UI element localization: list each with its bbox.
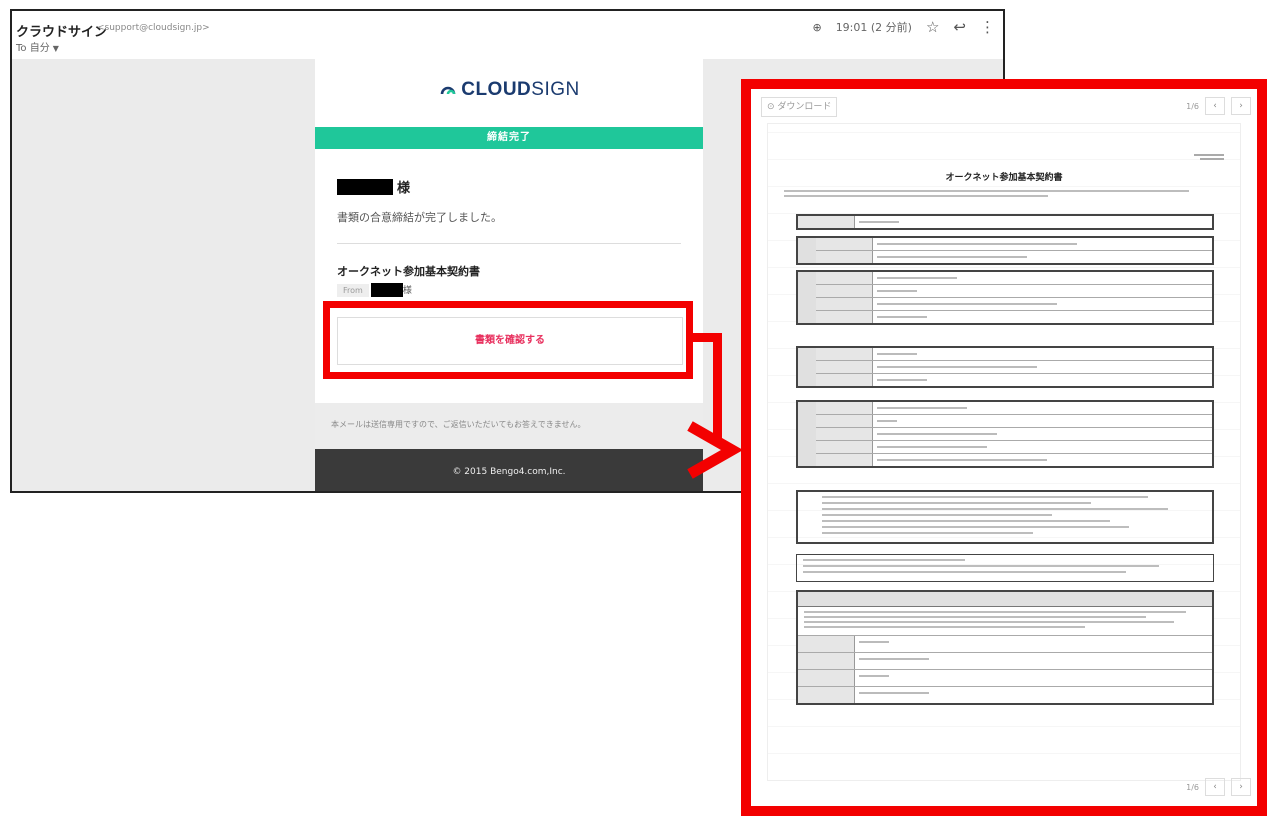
document-title: オークネット参加基本契約書 xyxy=(337,265,480,278)
prev-page-icon[interactable]: ‹ xyxy=(1205,97,1225,115)
doc-section xyxy=(796,236,1214,265)
cloudsign-logo: CLOUDSIGN xyxy=(315,79,703,101)
attachment-icon: ⊕ xyxy=(812,20,822,34)
document-page: オークネット参加基本契約書 xyxy=(767,123,1241,781)
page-indicator: 1/6 xyxy=(1186,101,1199,111)
pager-top: 1/6 ‹ › xyxy=(1186,97,1251,115)
download-icon: ⊙ xyxy=(767,102,778,112)
page-intro xyxy=(784,190,1224,200)
email-card: CLOUDSIGN 締結完了 様 書類の合意締結が完了しました。 オークネット参… xyxy=(315,59,703,491)
timestamp: 19:01 (2 分前) xyxy=(835,21,912,34)
from-honorific: 様 xyxy=(402,286,412,296)
redacted-name xyxy=(337,179,393,195)
document-viewer: ⊙ ダウンロード 1/6 ‹ › オークネット参加基本契約書 1/6 ‹ › xyxy=(741,79,1267,816)
button-highlight-box xyxy=(323,301,693,379)
download-button[interactable]: ⊙ ダウンロード xyxy=(761,97,838,117)
arrow-head xyxy=(687,421,744,479)
recipient-line[interactable]: To 自分 ▼ xyxy=(16,39,59,54)
logo-text-sign: SIGN xyxy=(531,79,580,100)
divider xyxy=(337,243,681,244)
completion-message: 書類の合意締結が完了しました。 xyxy=(337,211,502,224)
pager-bottom: 1/6 ‹ › xyxy=(1186,778,1251,796)
doc-section xyxy=(796,400,1214,468)
viewer-toolbar: ⊙ ダウンロード 1/6 ‹ › xyxy=(755,95,1253,119)
redacted-sender xyxy=(370,283,403,297)
doc-section xyxy=(796,214,1214,230)
next-page-icon[interactable]: › xyxy=(1231,97,1251,115)
email-header: クラウドサイン <support@cloudsign.jp> To 自分 ▼ ⊕ … xyxy=(12,11,1003,59)
page-date-block xyxy=(1194,152,1224,160)
logo-text-cloud: CLOUD xyxy=(461,79,532,100)
from-row: From 様 xyxy=(337,283,412,297)
page-title: オークネット参加基本契約書 xyxy=(945,173,1063,183)
prev-page-icon[interactable]: ‹ xyxy=(1205,778,1225,796)
doc-notes xyxy=(796,490,1214,544)
addressee: 様 xyxy=(337,177,410,196)
doc-section xyxy=(796,346,1214,388)
header-actions: ⊕ 19:01 (2 分前) ☆ ↩ ⋮ xyxy=(812,19,995,35)
copyright-footer: © 2015 Bengo4.com,Inc. xyxy=(315,449,703,491)
sender-address: <support@cloudsign.jp> xyxy=(97,23,210,33)
more-icon[interactable]: ⋮ xyxy=(980,19,995,35)
doc-signature-section xyxy=(796,590,1214,705)
star-icon[interactable]: ☆ xyxy=(926,19,939,35)
completion-banner: 締結完了 xyxy=(315,127,703,149)
reply-icon[interactable]: ↩ xyxy=(953,19,966,35)
doc-notes xyxy=(796,554,1214,582)
sender-name: クラウドサイン xyxy=(16,25,108,40)
cloudsign-logo-icon xyxy=(440,86,456,95)
chevron-down-icon: ▼ xyxy=(52,44,59,53)
doc-section xyxy=(796,270,1214,325)
from-label: From xyxy=(337,284,369,297)
recipient-label: To 自分 xyxy=(16,43,50,54)
honorific: 様 xyxy=(397,181,411,196)
download-label: ダウンロード xyxy=(777,102,832,112)
next-page-icon[interactable]: › xyxy=(1231,778,1251,796)
page-indicator: 1/6 xyxy=(1186,782,1199,792)
footer-note: 本メールは送信専用ですので、ご返信いただいてもお答えできません。 xyxy=(331,420,586,429)
